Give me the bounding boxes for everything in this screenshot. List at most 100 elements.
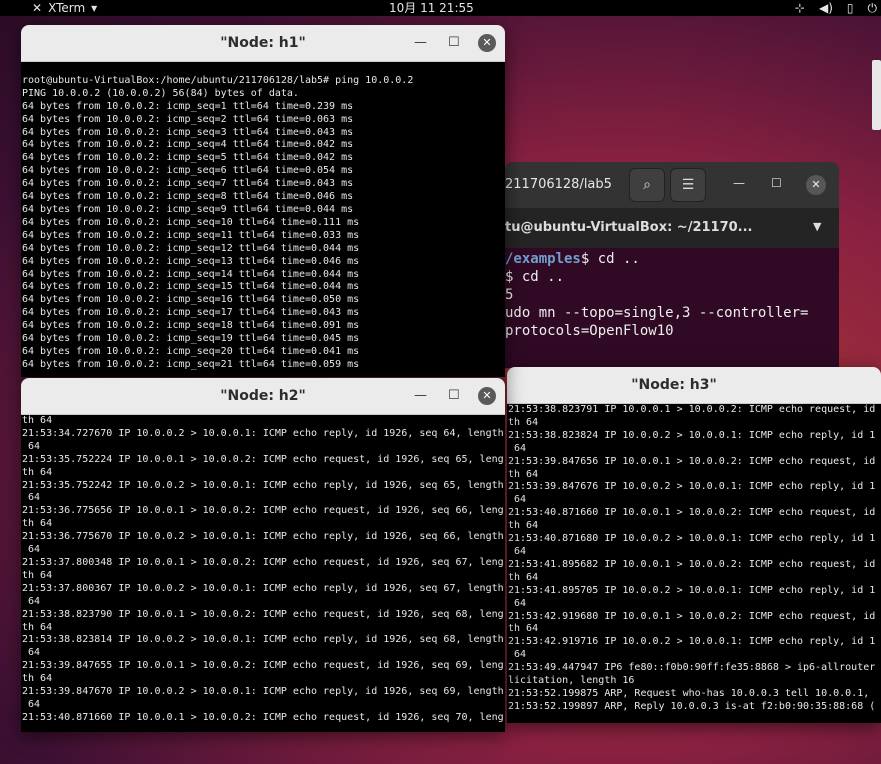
search-icon: ⌕: [643, 177, 651, 193]
terminal-line: 64 bytes from 10.0.0.2: icmp_seq=4 ttl=6…: [22, 139, 354, 151]
gnome-terminal-title: 211706128/lab5: [505, 177, 612, 192]
minimize-icon[interactable]: —: [414, 25, 427, 61]
terminal-line: th 64: [22, 569, 53, 581]
terminal-line: th 64: [508, 571, 539, 583]
close-icon: ✕: [482, 36, 492, 49]
terminal-line: udo mn --topo=single,3 --controller=: [505, 305, 809, 321]
terminal-line: th 64: [508, 416, 539, 428]
terminal-line: 21:53:39.847656 IP 10.0.0.1 > 10.0.0.2: …: [508, 455, 876, 467]
close-button[interactable]: ✕: [806, 175, 826, 195]
chevron-down-icon[interactable]: ▼: [813, 220, 821, 233]
gnome-terminal-titlebar[interactable]: 211706128/lab5 ⌕ ☰ — ☐ ✕: [505, 162, 839, 208]
chevron-down-icon: ▾: [91, 1, 98, 15]
terminal-line: 64: [508, 545, 527, 557]
terminal-output[interactable]: 21:53:38.823791 IP 10.0.0.1 > 10.0.0.2: …: [507, 404, 881, 723]
terminal-line: 64 bytes from 10.0.0.2: icmp_seq=5 ttl=6…: [22, 152, 354, 164]
terminal-line: 21:53:42.919716 IP 10.0.0.2 > 10.0.0.1: …: [508, 636, 876, 648]
titlebar[interactable]: "Node: h3": [507, 367, 881, 404]
app-name: XTerm: [48, 1, 86, 15]
terminal-line: 64 bytes from 10.0.0.2: icmp_seq=16 ttl=…: [22, 294, 360, 306]
terminal-line: 64 bytes from 10.0.0.2: icmp_seq=17 ttl=…: [22, 307, 360, 319]
terminal-line: 21:53:40.871660 IP 10.0.0.1 > 10.0.0.2: …: [508, 507, 876, 519]
app-menu[interactable]: ✕ XTerm ▾: [32, 0, 97, 16]
terminal-line: th 64: [22, 466, 53, 478]
terminal-line: 64: [508, 442, 527, 454]
network-icon: ⊹: [794, 1, 805, 15]
xterm-window-h1[interactable]: "Node: h1" — ☐ ✕ root@ubuntu-VirtualBox:…: [21, 25, 505, 377]
terminal-line: licitation, length 16: [508, 675, 635, 687]
window-title: "Node: h1": [220, 35, 306, 51]
terminal-line: 64 bytes from 10.0.0.2: icmp_seq=7 ttl=6…: [22, 178, 354, 190]
terminal-line: 64 bytes from 10.0.0.2: icmp_seq=10 ttl=…: [22, 216, 360, 228]
xterm-window-h3[interactable]: "Node: h3" 21:53:38.823791 IP 10.0.0.1 >…: [507, 367, 881, 723]
hamburger-menu-icon: ☰: [681, 177, 695, 193]
terminal-line: 64: [22, 595, 41, 607]
search-button[interactable]: ⌕: [629, 168, 665, 202]
terminal-line: 64 bytes from 10.0.0.2: icmp_seq=20 ttl=…: [22, 345, 360, 357]
terminal-line: 21:53:42.919680 IP 10.0.0.1 > 10.0.0.2: …: [508, 610, 876, 622]
terminal-line: th 64: [22, 415, 53, 426]
close-button[interactable]: ✕: [478, 34, 496, 52]
terminal-output[interactable]: root@ubuntu-VirtualBox:/home/ubuntu/2117…: [21, 62, 505, 377]
menu-button[interactable]: ☰: [670, 168, 706, 202]
clock[interactable]: 10月 11 21:55: [389, 0, 474, 16]
xterm-icon: ✕: [32, 1, 43, 15]
terminal-line: 64 bytes from 10.0.0.2: icmp_seq=13 ttl=…: [22, 255, 360, 267]
terminal-line: 21:53:40.871680 IP 10.0.0.2 > 10.0.0.1: …: [508, 533, 876, 545]
terminal-line: 21:53:39.847655 IP 10.0.0.1 > 10.0.0.2: …: [22, 660, 504, 672]
terminal-line: 21:53:38.823790 IP 10.0.0.1 > 10.0.0.2: …: [22, 608, 504, 620]
terminal-line: 64 bytes from 10.0.0.2: icmp_seq=2 ttl=6…: [22, 113, 354, 125]
terminal-line: 64: [508, 494, 527, 506]
xterm-window-h2[interactable]: "Node: h2" — ☐ ✕ th 64 21:53:34.727670 IP…: [21, 378, 505, 732]
terminal-line: 21:53:39.847676 IP 10.0.0.2 > 10.0.0.1: …: [508, 481, 876, 493]
tab-label[interactable]: tu@ubuntu-VirtualBox: ~/21170...: [505, 220, 753, 235]
terminal-line: 5: [505, 287, 514, 303]
terminal-line: th 64: [508, 520, 539, 532]
gnome-terminal-window[interactable]: 211706128/lab5 ⌕ ☰ — ☐ ✕ tu@ubuntu-Virtu…: [505, 162, 839, 368]
volume-icon: ◀): [818, 1, 833, 15]
terminal-line: 64: [22, 647, 41, 659]
terminal-line: 64 bytes from 10.0.0.2: icmp_seq=11 ttl=…: [22, 229, 360, 241]
minimize-button[interactable]: —: [733, 176, 745, 190]
terminal-line: $ cd ..: [505, 269, 565, 285]
scrollbar[interactable]: [872, 60, 881, 130]
terminal-line: 21:53:37.800367 IP 10.0.0.2 > 10.0.0.1: …: [22, 582, 504, 594]
terminal-line: 64: [22, 698, 41, 710]
terminal-line: th 64: [508, 623, 539, 635]
terminal-line: root@ubuntu-VirtualBox:/home/ubuntu/2117…: [22, 74, 414, 86]
terminal-line: th 64: [508, 468, 539, 480]
terminal-line: 21:53:41.895682 IP 10.0.0.1 > 10.0.0.2: …: [508, 558, 876, 570]
terminal-line: 21:53:40.871660 IP 10.0.0.1 > 10.0.0.2: …: [22, 711, 504, 723]
terminal-line: 64 bytes from 10.0.0.2: icmp_seq=18 ttl=…: [22, 320, 360, 332]
titlebar[interactable]: "Node: h1" — ☐ ✕: [21, 25, 505, 62]
titlebar[interactable]: "Node: h2" — ☐ ✕: [21, 378, 505, 415]
minimize-icon[interactable]: —: [414, 378, 427, 414]
terminal-line: 64 bytes from 10.0.0.2: icmp_seq=19 ttl=…: [22, 333, 360, 345]
terminal-line: 64 bytes from 10.0.0.2: icmp_seq=15 ttl=…: [22, 281, 360, 293]
close-button[interactable]: ✕: [478, 387, 496, 405]
close-icon: ✕: [482, 389, 492, 402]
top-bar: ✕ XTerm ▾ 10月 11 21:55 ⊹ ◀) ▯ ⏻: [0, 0, 881, 16]
terminal-line: $ cd ..: [580, 251, 640, 267]
battery-icon: ▯: [846, 1, 854, 15]
terminal-line: 21:53:38.823824 IP 10.0.0.2 > 10.0.0.1: …: [508, 429, 876, 441]
terminal-line: 64: [508, 649, 527, 661]
maximize-icon[interactable]: ☐: [448, 378, 460, 414]
window-title: "Node: h3": [631, 377, 717, 393]
system-tray[interactable]: ⊹ ◀) ▯ ⏻: [795, 0, 877, 16]
maximize-icon[interactable]: ☐: [448, 25, 460, 61]
terminal-line: 64 bytes from 10.0.0.2: icmp_seq=1 ttl=6…: [22, 100, 354, 112]
terminal-line: PING 10.0.0.2 (10.0.0.2) 56(84) bytes of…: [22, 87, 299, 99]
terminal-line: th 64: [22, 518, 53, 530]
gnome-terminal-output[interactable]: /examples$ cd .. $ cd .. 5 udo mn --topo…: [505, 248, 839, 368]
terminal-output[interactable]: th 64 21:53:34.727670 IP 10.0.0.2 > 10.0.…: [21, 415, 505, 732]
terminal-line: 64: [22, 544, 41, 556]
terminal-line: 21:53:35.752224 IP 10.0.0.1 > 10.0.0.2: …: [22, 453, 504, 465]
terminal-line: 64 bytes from 10.0.0.2: icmp_seq=3 ttl=6…: [22, 126, 354, 138]
terminal-line: th 64: [22, 673, 53, 685]
terminal-line: 64 bytes from 10.0.0.2: icmp_seq=14 ttl=…: [22, 268, 360, 280]
terminal-line: 21:53:49.447947 IP6 fe80::f0b0:90ff:fe35…: [508, 662, 876, 674]
terminal-line: 64 bytes from 10.0.0.2: icmp_seq=6 ttl=6…: [22, 165, 354, 177]
maximize-button[interactable]: ☐: [771, 176, 782, 190]
terminal-line: 21:53:36.775656 IP 10.0.0.1 > 10.0.0.2: …: [22, 505, 504, 517]
